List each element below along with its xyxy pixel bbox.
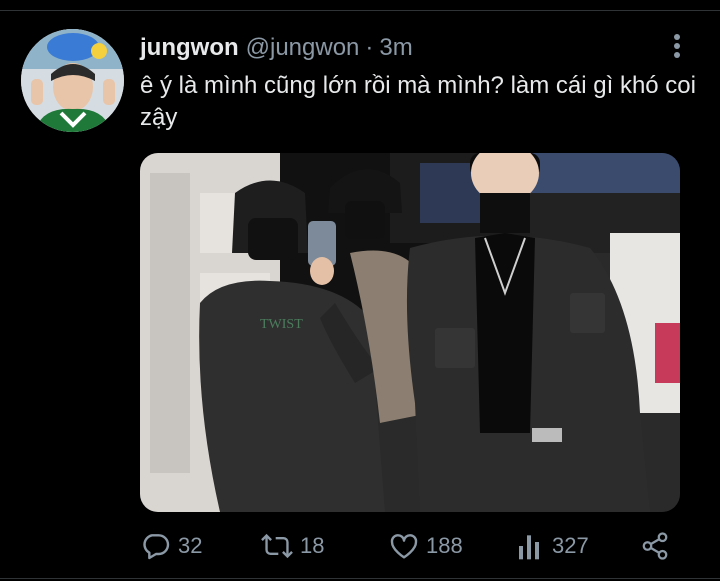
avatar[interactable]	[21, 29, 124, 132]
like-icon	[390, 534, 418, 559]
display-name[interactable]: jungwon	[140, 34, 239, 62]
tweet-photo[interactable]: TWIST	[140, 153, 680, 512]
action-bar: 32 18 188 327	[140, 526, 680, 566]
user-handle[interactable]: @jungwon	[246, 34, 360, 62]
retweet-button[interactable]: 18	[260, 526, 324, 566]
views-button[interactable]: 327	[516, 526, 589, 566]
like-button[interactable]: 188	[388, 526, 463, 566]
svg-text:TWIST: TWIST	[260, 317, 303, 332]
views-icon	[519, 535, 539, 560]
like-count: 188	[426, 533, 463, 558]
reply-button[interactable]: 32	[140, 526, 202, 566]
separator-dot: ·	[365, 34, 374, 61]
reply-icon	[143, 534, 170, 560]
timestamp[interactable]: 3m	[379, 34, 412, 62]
share-button[interactable]	[640, 526, 670, 566]
bottom-divider	[0, 578, 720, 579]
more-vertical-icon[interactable]	[666, 32, 688, 60]
retweet-count: 18	[300, 533, 325, 558]
reply-count: 32	[178, 533, 203, 558]
tweet-header: jungwon @jungwon · 3m	[140, 34, 413, 64]
share-icon	[642, 532, 668, 560]
tweet-text: ê ý là mình cũng lớn rồi mà mình? làm cá…	[140, 72, 696, 131]
view-count: 327	[552, 533, 589, 558]
top-divider	[0, 10, 720, 11]
retweet-icon	[261, 533, 293, 559]
